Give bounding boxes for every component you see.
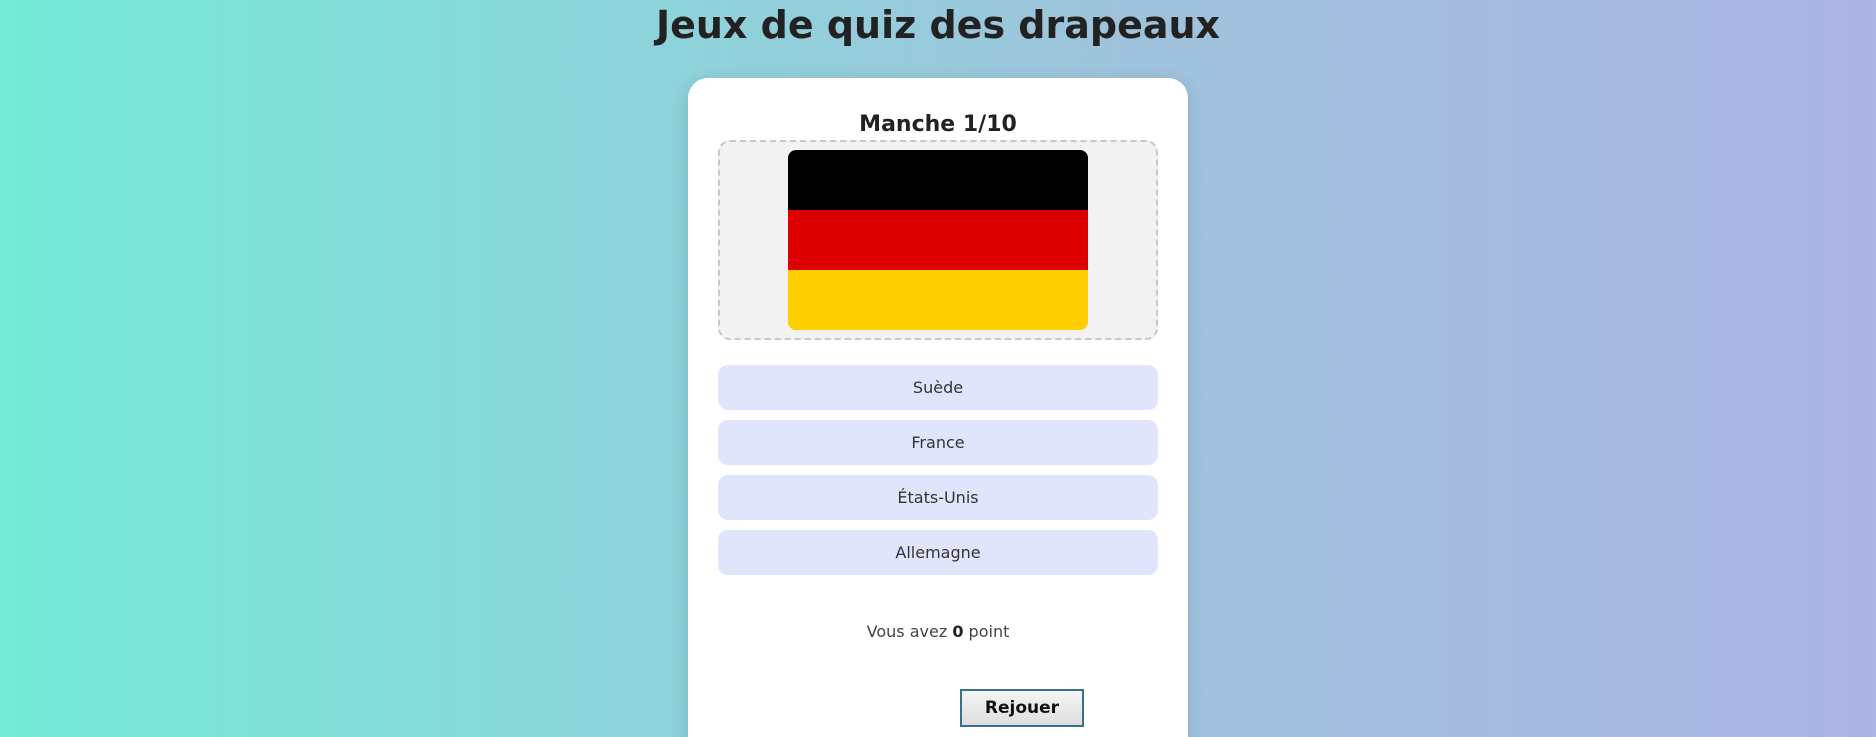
page-title: Jeux de quiz des drapeaux (655, 3, 1221, 47)
answer-button-etats-unis[interactable]: États-Unis (718, 475, 1158, 520)
answer-list: Suède France États-Unis Allemagne (718, 365, 1158, 575)
flag-frame (718, 140, 1158, 340)
replay-button[interactable]: Rejouer (960, 689, 1084, 727)
flag-image (788, 150, 1088, 330)
quiz-card: Manche 1/10 Suède France États-Unis Alle… (688, 78, 1188, 737)
answer-button-allemagne[interactable]: Allemagne (718, 530, 1158, 575)
round-counter: Manche 1/10 (859, 112, 1017, 137)
score-text: Vous avez 0 point (688, 622, 1188, 641)
answer-button-suede[interactable]: Suède (718, 365, 1158, 410)
score-points: 0 (952, 622, 964, 641)
answer-button-france[interactable]: France (718, 420, 1158, 465)
flag-stripe-black (788, 150, 1088, 210)
flag-stripe-red (788, 210, 1088, 270)
score-suffix: point (968, 622, 1010, 641)
score-prefix: Vous avez (866, 622, 948, 641)
flag-stripe-gold (788, 270, 1088, 330)
